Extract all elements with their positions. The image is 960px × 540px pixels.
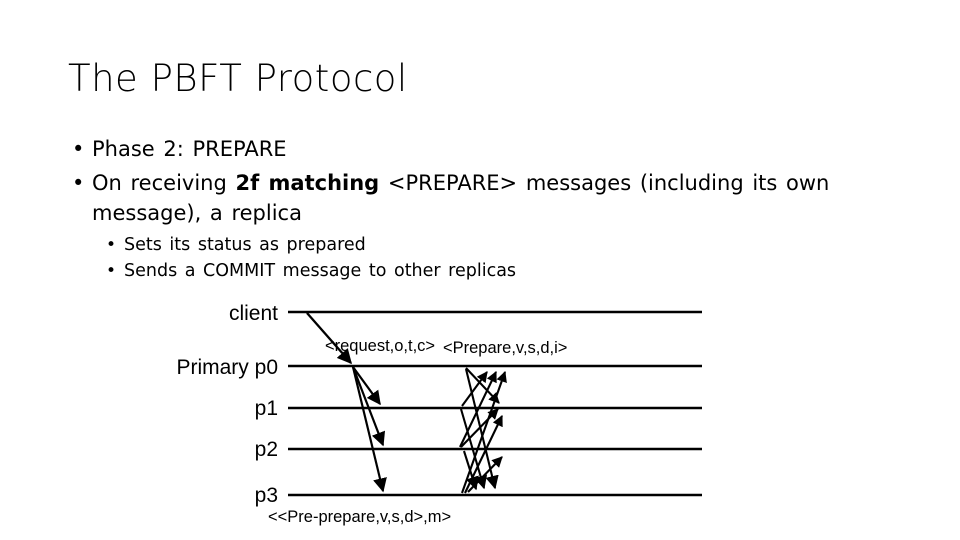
slide-canvas: The PBFT Protocol • Phase 2: PREPARE • O… <box>0 0 960 540</box>
arrow-group-pre-prepare <box>351 366 387 493</box>
diagram-svg: client Primary p0 p1 p2 p3 <request,o,t,… <box>176 302 702 526</box>
message-label-pre-prepare: <<Pre-prepare,v,s,d>,m> <box>268 508 451 526</box>
arrow-preprepare-p0-to-p3 <box>351 366 387 493</box>
arrow-group-prepare <box>459 367 507 494</box>
message-label-prepare: <Prepare,v,s,d,i> <box>443 339 567 357</box>
timeline-label-client: client <box>229 302 278 325</box>
timeline-label-p1: p1 <box>255 397 278 420</box>
timeline-label-p3: p3 <box>255 484 278 507</box>
timeline-label-p2: p2 <box>255 438 278 461</box>
timeline-label-p0: Primary p0 <box>176 356 278 379</box>
pbft-message-flow-diagram: client Primary p0 p1 p2 p3 <request,o,t,… <box>0 0 960 540</box>
message-label-request: <request,o,t,c> <box>325 337 435 355</box>
arrow-prepare-p3-to-p1 <box>464 415 503 494</box>
timeline-labels: client Primary p0 p1 p2 p3 <box>176 302 278 507</box>
